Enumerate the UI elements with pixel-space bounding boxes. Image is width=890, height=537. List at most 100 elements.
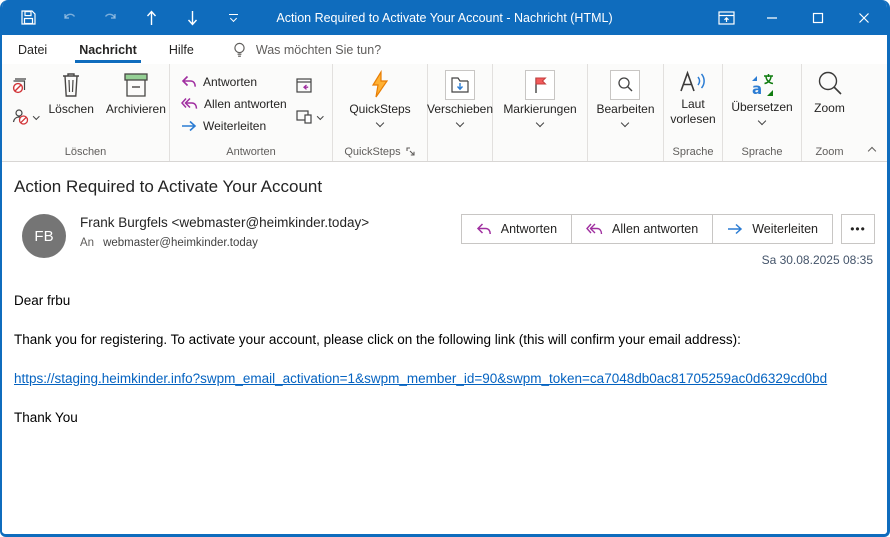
save-icon[interactable] — [18, 8, 38, 28]
ribbon-tabs: Datei Nachricht Hilfe Was möchten Sie tu… — [2, 35, 887, 64]
forward-button[interactable]: Weiterleiten — [181, 119, 287, 133]
tab-datei[interactable]: Datei — [2, 35, 63, 64]
chevron-down-icon — [758, 117, 766, 125]
undo-icon[interactable] — [59, 8, 79, 28]
avatar[interactable]: FB — [22, 214, 66, 258]
group-label-antworten: Antworten — [170, 142, 332, 161]
zoom-icon — [815, 69, 845, 99]
customize-quick-access-icon[interactable] — [223, 8, 243, 28]
tell-me-search[interactable]: Was möchten Sie tun? — [232, 35, 381, 64]
activation-link[interactable]: https://staging.heimkinder.info?swpm_ema… — [14, 371, 827, 386]
reply-all-label: Allen antworten — [204, 97, 287, 111]
quicksteps-label: QuickSteps — [349, 102, 410, 116]
delete-button[interactable]: Löschen — [43, 64, 100, 116]
reply-button[interactable]: Antworten — [181, 75, 287, 89]
body-closing: Thank You — [14, 410, 875, 425]
tab-hilfe[interactable]: Hilfe — [153, 35, 210, 64]
chevron-down-icon — [456, 119, 464, 127]
lightbulb-icon — [232, 41, 247, 59]
message-actions: Antworten Allen antworten Weiterleiten — [461, 214, 875, 244]
message-subject: Action Required to Activate Your Account — [14, 177, 875, 197]
tab-nachricht[interactable]: Nachricht — [63, 35, 153, 64]
tags-label: Markierungen — [503, 102, 576, 116]
meeting-icon[interactable] — [295, 76, 323, 95]
ribbon-display-options-icon[interactable] — [703, 0, 749, 35]
tags-button[interactable]: Markierungen — [497, 64, 582, 126]
group-sprache-2: a Übersetzen Sprache — [723, 64, 802, 161]
ignore-icon[interactable] — [11, 76, 39, 95]
group-quicksteps: QuickSteps QuickSteps — [333, 64, 428, 161]
ribbon: Löschen Archivieren Löschen — [2, 64, 887, 162]
outlook-message-window: Action Required to Activate Your Account… — [0, 0, 890, 537]
message-header: Action Required to Activate Your Account… — [2, 162, 887, 267]
group-label-sprache-2: Sprache — [723, 142, 801, 161]
forward-icon — [727, 223, 743, 235]
group-loeschen: Löschen Archivieren Löschen — [2, 64, 170, 161]
tell-me-label: Was möchten Sie tun? — [256, 43, 381, 57]
move-icon — [445, 70, 475, 100]
body-greeting: Dear frbu — [14, 293, 875, 308]
close-button[interactable] — [841, 0, 887, 35]
group-label-quicksteps: QuickSteps — [344, 146, 400, 158]
more-actions-icon: ••• — [850, 222, 866, 236]
minimize-button[interactable] — [749, 0, 795, 35]
translate-button[interactable]: a Übersetzen — [725, 64, 798, 124]
forward-action-label: Weiterleiten — [752, 222, 818, 236]
chevron-down-icon — [621, 119, 629, 127]
reply-all-button[interactable]: Allen antworten — [181, 97, 287, 111]
previous-item-icon[interactable] — [141, 8, 161, 28]
reply-action-button[interactable]: Antworten — [461, 214, 572, 244]
collapse-ribbon-icon — [868, 147, 876, 155]
group-sprache-1: Laut vorlesen Sprache — [664, 64, 723, 161]
svg-text:a: a — [752, 80, 762, 98]
group-label-loeschen: Löschen — [2, 142, 169, 161]
archive-button[interactable]: Archivieren — [100, 64, 172, 116]
reply-all-action-button[interactable]: Allen antworten — [572, 214, 713, 244]
reply-all-icon — [586, 223, 603, 236]
quick-access-toolbar — [2, 8, 243, 28]
group-bearbeiten: Bearbeiten — [588, 64, 664, 161]
maximize-button[interactable] — [795, 0, 841, 35]
reply-icon — [181, 75, 197, 89]
archive-label: Archivieren — [106, 102, 166, 116]
move-label: Verschieben — [427, 102, 493, 116]
zoom-button[interactable]: Zoom — [808, 64, 851, 115]
caption-buttons — [703, 0, 887, 35]
lightning-icon — [368, 70, 392, 100]
trash-icon — [57, 70, 85, 100]
zoom-label: Zoom — [814, 101, 845, 115]
next-item-icon[interactable] — [182, 8, 202, 28]
reply-all-action-label: Allen antworten — [612, 222, 698, 236]
quicksteps-button[interactable]: QuickSteps — [343, 64, 416, 126]
translate-label: Übersetzen — [731, 100, 792, 114]
to-label: An — [80, 237, 94, 249]
group-zoom: Zoom Zoom — [802, 64, 857, 161]
editing-button[interactable]: Bearbeiten — [590, 64, 660, 126]
title-bar: Action Required to Activate Your Account… — [2, 0, 887, 35]
archive-icon — [121, 70, 151, 100]
forward-action-button[interactable]: Weiterleiten — [713, 214, 833, 244]
read-aloud-button[interactable]: Laut vorlesen — [663, 64, 723, 127]
dialog-launcher-icon[interactable] — [406, 147, 416, 157]
more-respond-actions-icon[interactable] — [295, 107, 323, 126]
group-verschieben: Verschieben — [428, 64, 493, 161]
group-markierungen: Markierungen — [493, 64, 588, 161]
find-icon — [610, 70, 640, 100]
to-address[interactable]: webmaster@heimkinder.today — [103, 237, 258, 249]
collapse-ribbon-button[interactable] — [857, 64, 887, 161]
junk-icon[interactable] — [11, 107, 39, 126]
group-label-zoom: Zoom — [802, 142, 857, 161]
redo-icon[interactable] — [100, 8, 120, 28]
chevron-down-icon — [376, 119, 384, 127]
move-button[interactable]: Verschieben — [421, 64, 499, 126]
message-body: Dear frbu Thank you for registering. To … — [2, 267, 887, 534]
more-actions-button[interactable]: ••• — [841, 214, 875, 244]
reply-all-icon — [181, 97, 198, 111]
reply-action-label: Antworten — [501, 222, 557, 236]
body-paragraph: Thank you for registering. To activate y… — [14, 332, 875, 347]
editing-label: Bearbeiten — [596, 102, 654, 116]
message-date: Sa 30.08.2025 08:35 — [461, 253, 875, 267]
read-aloud-icon — [678, 69, 708, 95]
reply-label: Antworten — [203, 75, 257, 89]
sender-name: Frank Burgfels <webmaster@heimkinder.tod… — [80, 215, 369, 230]
